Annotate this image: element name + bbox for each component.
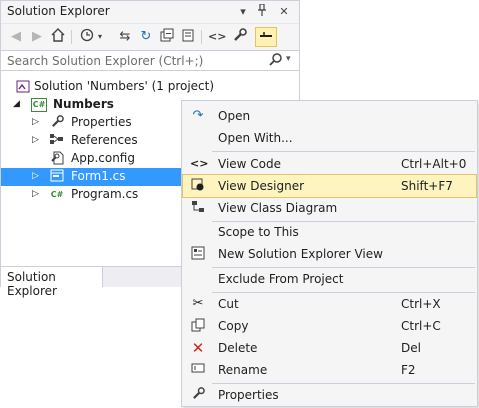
menu-item-view-class-diagram[interactable]: View Class Diagram <box>183 197 476 219</box>
home-icon[interactable] <box>49 28 67 46</box>
menu-separator <box>212 151 475 152</box>
collapsed-arrow-icon[interactable]: ▷ <box>32 189 39 199</box>
expanded-arrow-icon[interactable]: ◢ <box>13 99 20 109</box>
tab-solution-explorer[interactable]: Solution Explorer <box>1 266 103 298</box>
show-all-files-icon[interactable] <box>179 28 197 46</box>
menu-item-copy[interactable]: Copy Ctrl+C <box>183 315 476 337</box>
collapsed-arrow-icon[interactable]: ▷ <box>32 171 39 181</box>
context-menu: ↷ Open Open With... <> View Code Ctrl+Al… <box>181 100 478 407</box>
designer-icon <box>190 178 206 194</box>
panel-title-bar: Solution Explorer ▾ ✕ <box>1 1 299 23</box>
pin-icon[interactable] <box>254 3 270 20</box>
history-icon[interactable] <box>78 28 96 46</box>
rename-icon <box>190 362 206 378</box>
view-code-toolbar-icon[interactable]: <> <box>208 28 226 46</box>
tree-item-label: App.config <box>71 151 135 165</box>
config-file-icon <box>49 151 65 167</box>
tree-item-label: Program.cs <box>71 187 139 201</box>
history-dropdown-icon[interactable]: ▾ <box>95 28 105 46</box>
refresh-icon[interactable]: ↻ <box>137 28 155 46</box>
delete-x-icon: ✕ <box>191 339 205 357</box>
menu-item-open[interactable]: ↷ Open <box>183 105 476 127</box>
window-position-dropdown-icon[interactable]: ▾ <box>235 4 251 20</box>
class-diagram-icon <box>190 200 206 216</box>
scissors-icon: ✂ <box>192 296 204 311</box>
tree-item-label: Solution 'Numbers' (1 project) <box>34 79 215 93</box>
collapsed-arrow-icon[interactable]: ▷ <box>32 135 39 145</box>
properties-wrench-icon[interactable] <box>231 28 249 46</box>
tree-item-label: References <box>71 133 138 147</box>
copy-icon <box>190 318 206 334</box>
search-box[interactable]: Search Solution Explorer (Ctrl+;) ▾ <box>1 50 299 71</box>
menu-item-delete[interactable]: ✕ Delete Del <box>183 337 476 359</box>
references-icon <box>49 133 65 149</box>
menu-item-view-designer[interactable]: View Designer Shift+F7 <box>182 174 477 198</box>
back-icon[interactable]: ◀ <box>7 28 25 46</box>
close-icon[interactable]: ✕ <box>276 4 292 20</box>
search-icon[interactable] <box>269 53 282 69</box>
sync-icon[interactable]: ⇆ <box>116 28 134 46</box>
csharp-file-icon: C# <box>50 190 64 199</box>
menu-item-rename[interactable]: Rename F2 <box>183 359 476 381</box>
form-icon <box>49 169 65 185</box>
tree-item-label: Numbers <box>53 97 114 111</box>
menu-item-exclude-from-project[interactable]: Exclude From Project <box>183 268 476 290</box>
code-icon: <> <box>190 157 209 170</box>
panel-toolbar: ◀ ▶ ▾ ⇆ ↻ <> <box>1 23 299 50</box>
menu-item-cut[interactable]: ✂ Cut Ctrl+X <box>183 293 476 315</box>
collapsed-arrow-icon[interactable]: ▷ <box>32 117 39 127</box>
tab-label: Solution Explorer <box>7 270 57 298</box>
tree-item-solution[interactable]: Solution 'Numbers' (1 project) <box>1 78 299 96</box>
menu-item-open-with[interactable]: Open With... <box>183 127 476 149</box>
tree-item-label: Properties <box>71 115 132 129</box>
forward-icon[interactable]: ▶ <box>28 28 46 46</box>
collapse-all-icon[interactable] <box>158 28 176 46</box>
wrench-icon <box>190 387 206 403</box>
menu-item-properties[interactable]: Properties <box>183 384 476 406</box>
csharp-project-icon: C# <box>31 98 47 112</box>
search-options-dropdown-icon[interactable]: ▾ <box>286 54 291 64</box>
menu-item-scope-to-this[interactable]: Scope to This <box>183 221 476 243</box>
panel-title: Solution Explorer <box>7 4 110 18</box>
menu-item-view-code[interactable]: <> View Code Ctrl+Alt+0 <box>183 153 476 175</box>
wrench-icon <box>49 115 65 131</box>
preview-selected-items-icon[interactable] <box>255 27 277 47</box>
new-view-icon <box>190 246 206 262</box>
open-arrow-icon: ↷ <box>192 108 204 123</box>
search-input[interactable]: Search Solution Explorer (Ctrl+;) <box>7 54 203 68</box>
menu-item-new-solution-explorer-view[interactable]: New Solution Explorer View <box>183 243 476 265</box>
tree-item-label: Form1.cs <box>71 169 126 183</box>
solution-icon <box>15 79 31 95</box>
